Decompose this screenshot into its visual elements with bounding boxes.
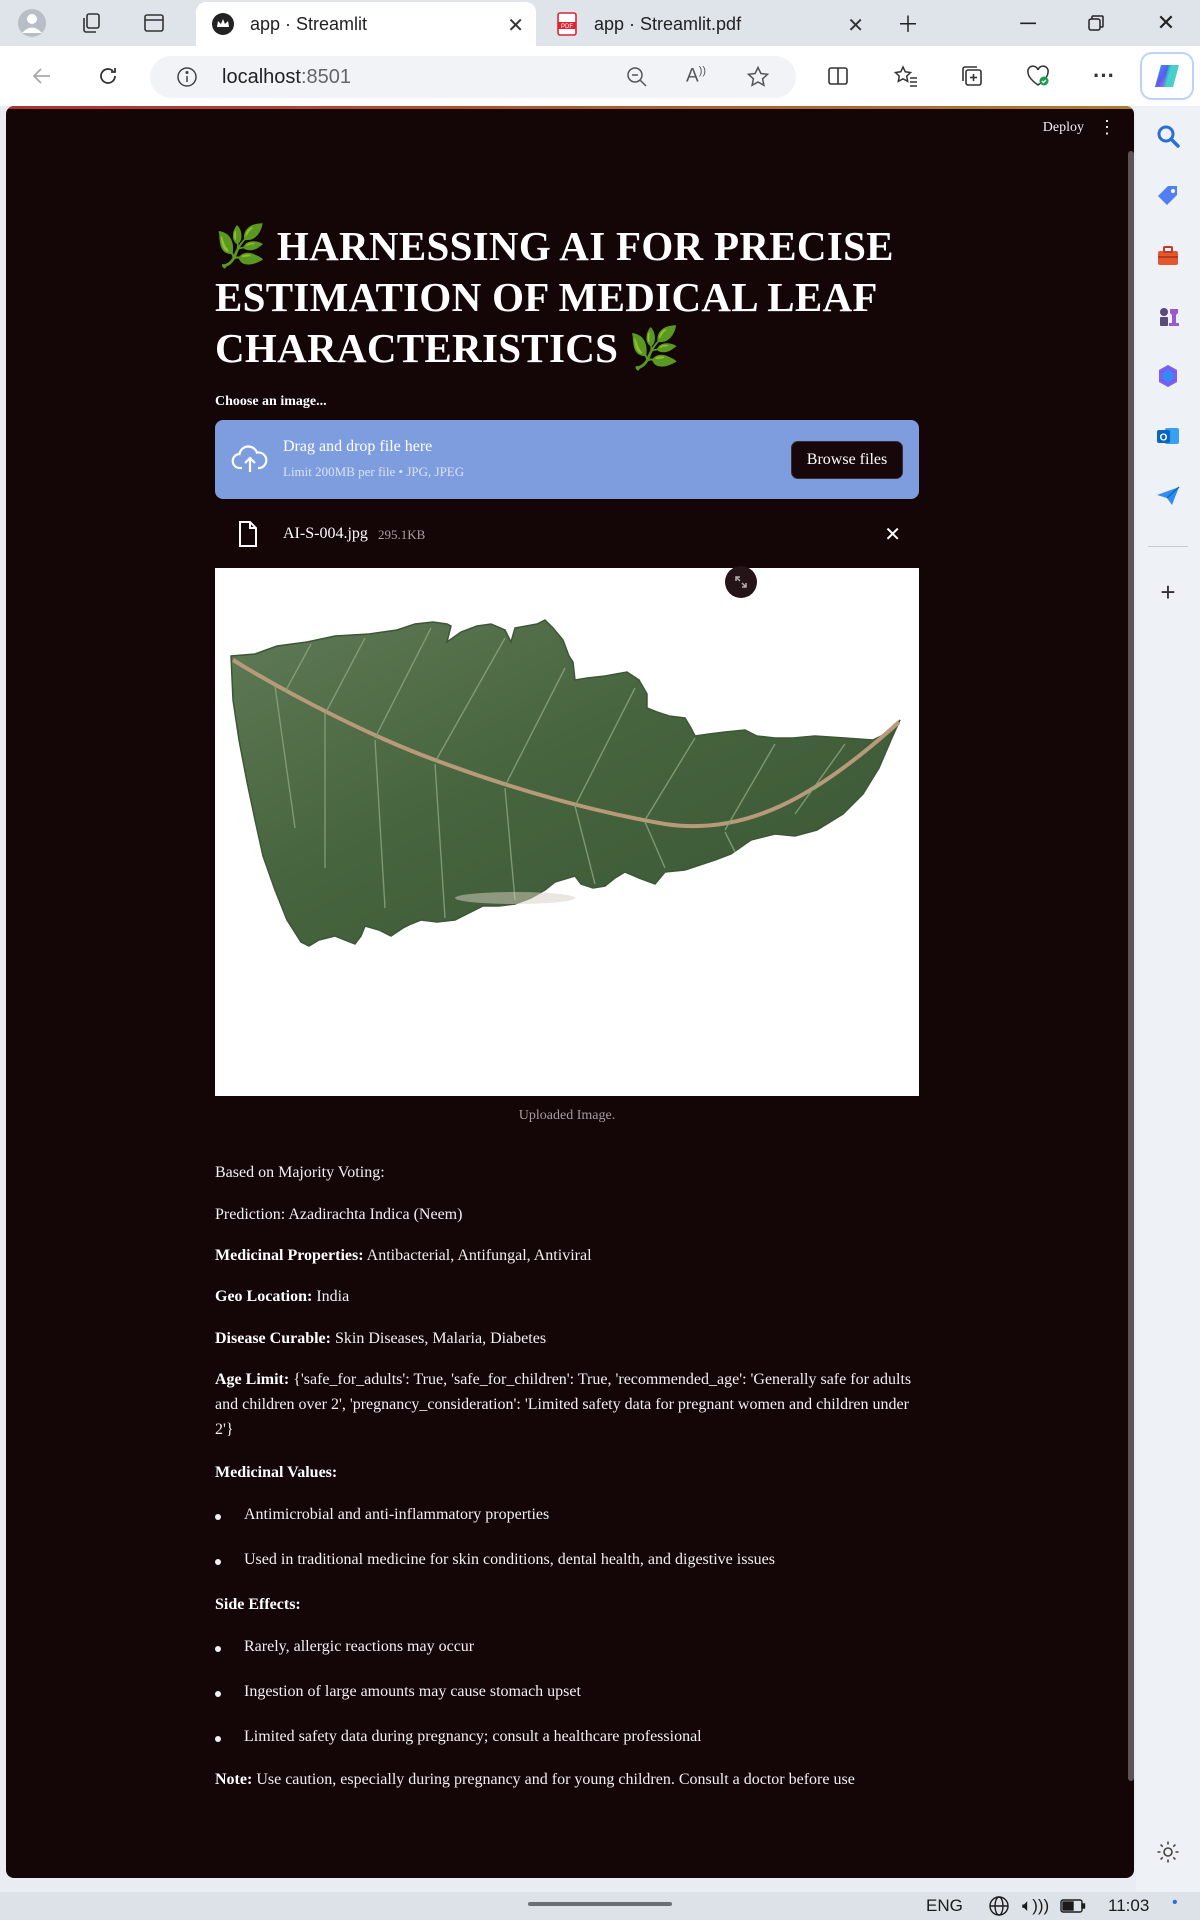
workspaces-icon[interactable] [76,8,108,38]
close-window-icon[interactable]: ✕ [1146,6,1186,40]
battery-icon[interactable] [1060,1897,1086,1920]
volume-icon[interactable]: 🔈︎))) [1022,1896,1049,1916]
back-arrow-icon[interactable] [24,58,60,94]
browser-essentials-icon[interactable] [1020,58,1056,94]
url-text: localhost:8501 [222,66,351,88]
side-effects-heading: Side Effects: [215,1596,301,1613]
file-name: AI-S-004.jpg [283,525,368,542]
favorites-icon[interactable] [888,58,924,94]
svg-text:PDF: PDF [561,24,573,30]
taskbar-handle[interactable] [528,1902,672,1906]
limit-text: Limit 200MB per file • JPG, JPEG [283,464,465,479]
more-menu-icon[interactable]: ··· [1086,58,1122,94]
tab-app-streamlit-pdf[interactable]: PDF app · Streamlit.pdf ✕ [540,2,876,46]
refresh-icon[interactable] [90,58,126,94]
streamlit-crown-icon [210,11,236,37]
tools-briefcase-icon[interactable] [1152,240,1184,272]
settings-gear-icon[interactable] [1152,1836,1184,1868]
fullscreen-expand-icon[interactable] [725,566,757,598]
clock-time[interactable]: 11:03 [1108,1896,1149,1916]
scrollbar[interactable] [1128,151,1134,1781]
collections-icon[interactable] [954,58,990,94]
pdf-icon: PDF [554,11,580,37]
os-taskbar: ENG 🔈︎))) 11:03 • [0,1892,1200,1920]
file-icon [237,520,259,548]
age-limit: Age Limit: {'safe_for_adults': True, 'sa… [215,1371,912,1438]
favorite-star-icon[interactable] [746,65,770,94]
outlook-icon[interactable]: O [1152,420,1184,452]
vertical-tabs-icon[interactable] [138,8,170,38]
disease-curable: Disease Curable: Skin Diseases, Malaria,… [215,1330,547,1347]
page-title: 🌿 HARNESSING AI FOR PRECISE ESTIMATION O… [215,223,894,371]
uploaded-leaf-image [215,568,919,1096]
uploaded-file-row: AI-S-004.jpg 295.1KB ✕ [215,516,919,552]
remove-file-icon[interactable]: ✕ [884,522,901,547]
tab-title: app · Streamlit [250,13,368,34]
deploy-button[interactable]: Deploy [1043,120,1084,136]
uploader-label: Choose an image... [215,394,327,409]
new-tab-button[interactable]: ＋ [888,6,928,40]
minimize-icon[interactable]: ─ [1008,6,1048,40]
add-sidebar-app-icon[interactable]: + [1152,576,1184,608]
prediction-text: Prediction: Azadirachta Indica (Neem) [215,1206,463,1223]
network-globe-icon[interactable] [988,1895,1010,1920]
profile-avatar-icon[interactable] [16,8,48,38]
restore-icon[interactable] [1076,6,1116,40]
notification-dot-icon[interactable]: • [1172,1894,1178,1912]
games-chess-icon[interactable] [1152,300,1184,332]
medicinal-properties: Medicinal Properties: Antibacterial, Ant… [215,1247,592,1264]
majority-voting-text: Based on Majority Voting: [215,1164,385,1181]
microsoft365-icon[interactable] [1152,360,1184,392]
site-info-icon[interactable] [176,66,198,93]
address-bar[interactable]: localhost:8501 A)) [150,56,796,98]
read-aloud-icon[interactable]: A)) [686,65,706,87]
file-dropzone[interactable]: Drag and drop file here Limit 200MB per … [215,420,919,499]
language-indicator[interactable]: ENG [926,1896,963,1916]
edge-sidebar: O + [1136,106,1200,1892]
send-paper-plane-icon[interactable] [1152,480,1184,512]
svg-text:O: O [1160,433,1168,444]
note-text: Note: Use caution, especially during pre… [215,1771,855,1788]
browser-toolbar: localhost:8501 A)) ··· [0,46,1200,106]
browse-files-button[interactable]: Browse files [791,441,903,479]
tab-app-streamlit[interactable]: app · Streamlit ✕ [196,2,536,46]
search-icon[interactable] [1152,120,1184,152]
copilot-icon[interactable] [1142,54,1192,98]
main-menu-icon[interactable]: ⋮ [1098,118,1116,136]
cloud-upload-icon [231,440,269,478]
close-tab-icon[interactable]: ✕ [847,13,864,38]
image-caption: Uploaded Image. [518,1108,616,1123]
tab-title: app · Streamlit.pdf [594,13,742,34]
file-size: 295.1KB [378,527,426,542]
close-tab-icon[interactable]: ✕ [507,13,524,38]
browser-tab-strip: app · Streamlit ✕ PDF app · Streamlit.pd… [0,0,1200,46]
medicinal-values-heading: Medicinal Values: [215,1464,338,1481]
streamlit-page: Deploy ⋮ 🌿 HARNESSING AI FOR PRECISE EST… [6,106,1134,1878]
split-screen-icon[interactable] [820,58,856,94]
drag-drop-text: Drag and drop file here [283,438,433,455]
zoom-out-icon[interactable] [626,66,648,93]
shopping-tag-icon[interactable] [1152,180,1184,212]
geo-location: Geo Location: India [215,1288,350,1305]
